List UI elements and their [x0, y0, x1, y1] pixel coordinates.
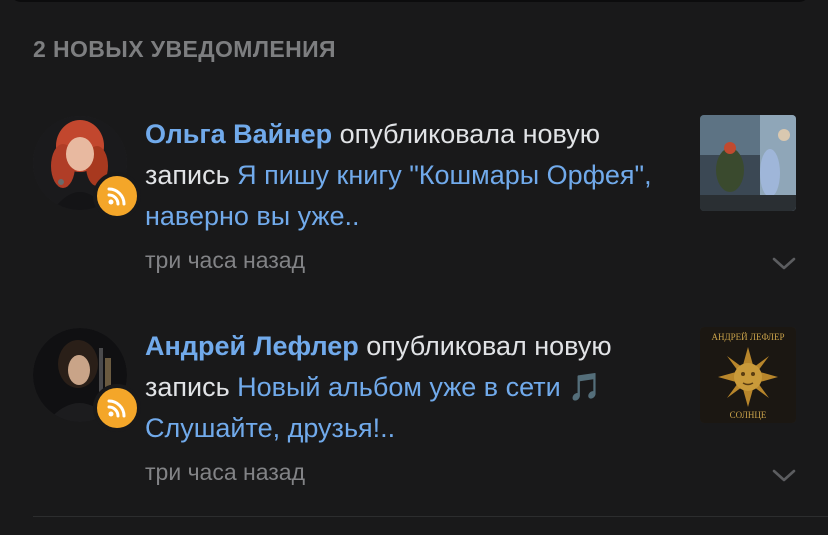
author-link[interactable]: Андрей Лефлер — [145, 331, 359, 361]
notification-text: Андрей Лефлер опубликовал новую запись Н… — [145, 326, 665, 449]
divider — [33, 516, 828, 517]
thumb-top-text: АНДРЕЙ ЛЕФЛЕР — [711, 332, 784, 342]
chevron-down-icon[interactable] — [772, 469, 796, 483]
rss-icon — [107, 399, 126, 418]
timestamp: три часа назад — [145, 459, 306, 485]
thumb-bottom-text: СОЛНЦЕ — [730, 410, 767, 420]
chevron-down-icon[interactable] — [772, 257, 796, 271]
rss-badge — [93, 384, 141, 432]
timestamp: три часа назад — [145, 247, 306, 273]
notification-item[interactable]: Андрей Лефлер опубликовал новую запись Н… — [0, 0, 828, 485]
post-thumbnail[interactable]: АНДРЕЙ ЛЕФЛЕР СОЛНЦЕ — [700, 327, 796, 423]
